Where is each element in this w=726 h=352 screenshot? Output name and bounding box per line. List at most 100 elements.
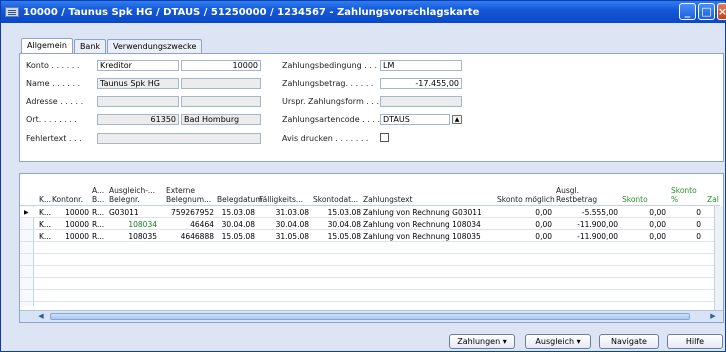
table-row[interactable]: K... 10000 R... 108034 46464 30.04.08 30… — [20, 219, 720, 230]
cell-skontodat[interactable]: 15.03.08 — [313, 207, 361, 218]
table-row-empty[interactable] — [20, 279, 720, 290]
cell-ausgleich[interactable]: 108035 — [109, 231, 157, 242]
vertical-scrollbar[interactable] — [714, 206, 723, 310]
zahlungsbetrag-label: Zahlungsbetrag. . . . . . — [282, 79, 374, 88]
cell-a[interactable]: R... — [92, 219, 107, 230]
konto-label: Konto . . . . . . — [26, 61, 80, 70]
title-bar[interactable]: 10000 / Taunus Spk HG / DTAUS / 51250000… — [1, 1, 726, 23]
cell-skonto-moeglich[interactable]: 0,00 — [497, 207, 552, 218]
header-skontodatum[interactable]: Skontodat... — [313, 195, 358, 204]
cell-skonto-moeglich[interactable]: 0,00 — [497, 219, 552, 230]
ort-field[interactable]: Bad Homburg — [181, 114, 261, 125]
zahlungsbedingung-field[interactable]: LM — [380, 60, 462, 71]
fehlertext-field[interactable] — [97, 133, 261, 144]
cell-ausgleich[interactable]: 108034 — [109, 219, 157, 230]
zahlungsbedingung-label: Zahlungsbedingung . . . . — [282, 61, 383, 70]
zahlungsbetrag-field[interactable]: -17.455,00 — [380, 78, 462, 89]
cell-belegdatum[interactable]: 15.03.08 — [217, 207, 255, 218]
cell-skonto[interactable]: 0,00 — [622, 231, 666, 242]
ausgleich-button[interactable]: Ausgleich ▾ — [525, 334, 591, 349]
cell-skonto-pct[interactable]: 0 — [671, 207, 701, 218]
header-kontonr[interactable]: Kontonr. — [52, 195, 83, 204]
cell-kontonr[interactable]: 10000 — [52, 231, 89, 242]
table-row-empty[interactable] — [20, 291, 720, 302]
close-button[interactable]: × — [717, 3, 726, 20]
urspr-zahlungsform-field[interactable] — [380, 96, 462, 107]
konto-type-field[interactable]: Kreditor — [97, 60, 179, 71]
maximize-button[interactable]: □ — [698, 3, 715, 20]
cell-belegdatum[interactable]: 30.04.08 — [217, 219, 255, 230]
cell-k[interactable]: K... — [39, 219, 51, 230]
cell-kontonr[interactable]: 10000 — [52, 207, 89, 218]
cell-skonto[interactable]: 0,00 — [622, 219, 666, 230]
avis-checkbox[interactable] — [380, 133, 389, 142]
zahlungsartencode-dropdown-icon[interactable]: ▲ — [452, 115, 462, 124]
cell-restbetrag[interactable]: -11.900,00 — [556, 219, 618, 230]
cell-a[interactable]: R... — [92, 231, 107, 242]
table-row[interactable]: K... 10000 R... 108035 4646888 15.05.08 … — [20, 231, 720, 242]
cell-faellig[interactable]: 31.03.08 — [259, 207, 309, 218]
horizontal-scrollbar[interactable]: ◀ ▶ — [20, 310, 723, 322]
cell-skonto-pct[interactable]: 0 — [671, 231, 701, 242]
tab-bank[interactable]: Bank — [73, 39, 107, 53]
header-skonto-pct[interactable]: Skonto % — [671, 186, 701, 204]
cell-faellig[interactable]: 31.05.08 — [259, 231, 309, 242]
cell-externe[interactable]: 4646888 — [166, 231, 214, 242]
navigate-button[interactable]: Navigate — [599, 334, 659, 349]
minimize-button[interactable]: _ — [679, 3, 696, 20]
table-row-empty[interactable] — [20, 255, 720, 266]
header-externe[interactable]: Externe Belegnum... — [166, 186, 218, 204]
cell-ausgleich[interactable]: G03011 — [109, 207, 164, 218]
adresse2-field[interactable] — [181, 96, 261, 107]
cell-kontonr[interactable]: 10000 — [52, 219, 89, 230]
header-skonto[interactable]: Skonto — [622, 195, 648, 204]
tab-verwendungszwecke[interactable]: Verwendungszwecke — [107, 39, 203, 53]
chevron-down-icon: ▾ — [502, 337, 507, 346]
adresse-field[interactable] — [97, 96, 179, 107]
scroll-thumb[interactable] — [50, 313, 690, 320]
window-title: 10000 / Taunus Spk HG / DTAUS / 51250000… — [23, 6, 480, 18]
header-k[interactable]: K... — [39, 195, 51, 204]
header-ausgl-restbetrag[interactable]: Ausgl. Restbetrag — [556, 186, 616, 204]
hilfe-button[interactable]: Hilfe — [667, 334, 723, 349]
table-row[interactable]: ▶ K... 10000 R... G03011 759267952 15.03… — [20, 207, 720, 218]
cell-zahlungstext[interactable]: Zahlung von Rechnung G03011 — [363, 207, 493, 218]
cell-externe[interactable]: 46464 — [166, 219, 214, 230]
chevron-down-icon: ▾ — [576, 337, 581, 346]
header-belegdatum[interactable]: Belegdatum — [217, 195, 263, 204]
scroll-left-icon[interactable]: ◀ — [36, 312, 46, 321]
cell-skontodat[interactable]: 30.04.08 — [313, 219, 361, 230]
cell-skontodat[interactable]: 15.05.08 — [313, 231, 361, 242]
cell-zahlungstext[interactable]: Zahlung von Rechnung 108035 — [363, 231, 493, 242]
cell-skonto-pct[interactable]: 0 — [671, 219, 701, 230]
zahlungsartencode-field[interactable]: DTAUS — [380, 114, 450, 125]
name-field[interactable]: Taunus Spk HG — [97, 78, 179, 89]
scroll-right-icon[interactable]: ▶ — [708, 312, 718, 321]
urspr-zahlungsform-label: Urspr. Zahlungsform . . . — [282, 97, 380, 106]
zahlungen-button[interactable]: Zahlungen ▾ — [449, 334, 515, 349]
cell-faellig[interactable]: 30.04.08 — [259, 219, 309, 230]
plz-field[interactable]: 61350 — [97, 114, 179, 125]
header-ausgleich[interactable]: Ausgleich-... Belegnr. — [109, 186, 164, 204]
cell-belegdatum[interactable]: 15.05.08 — [217, 231, 255, 242]
cell-k[interactable]: K... — [39, 207, 51, 218]
adresse-label: Adresse . . . . . — [26, 97, 84, 106]
cell-restbetrag[interactable]: -11.900,00 — [556, 231, 618, 242]
cell-skonto-moeglich[interactable]: 0,00 — [497, 231, 552, 242]
name2-field[interactable] — [181, 78, 261, 89]
header-faelligkeit[interactable]: Fälligkeits... — [259, 195, 303, 204]
konto-no-field[interactable]: 10000 — [181, 60, 261, 71]
cell-externe[interactable]: 759267952 — [166, 207, 214, 218]
header-zal[interactable]: Zal — [707, 195, 719, 204]
table-row-empty[interactable] — [20, 267, 720, 278]
zahlungsartencode-label: Zahlungsartencode . . . . — [282, 115, 381, 124]
cell-zahlungstext[interactable]: Zahlung von Rechnung 108034 — [363, 219, 493, 230]
cell-a[interactable]: R... — [92, 207, 107, 218]
table-row-empty[interactable] — [20, 243, 720, 254]
cell-k[interactable]: K... — [39, 231, 51, 242]
cell-restbetrag[interactable]: -5.555,00 — [556, 207, 618, 218]
header-skonto-moeglich[interactable]: Skonto möglich — [497, 195, 555, 204]
cell-skonto[interactable]: 0,00 — [622, 207, 666, 218]
tab-allgemein[interactable]: Allgemein — [21, 38, 73, 53]
header-zahlungstext[interactable]: Zahlungstext — [363, 195, 413, 204]
